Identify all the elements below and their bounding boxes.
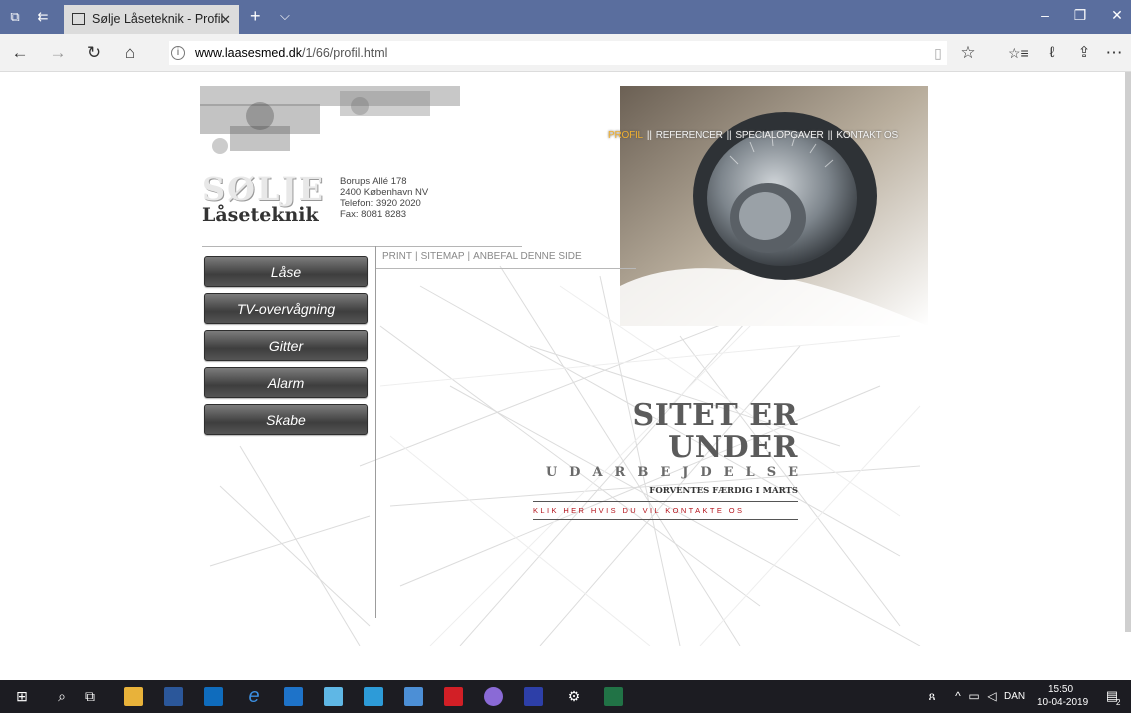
grunge-texture-header: [200, 86, 460, 154]
page-favicon-icon: [72, 13, 85, 25]
nav-link-referencer[interactable]: REFERENCER: [656, 130, 723, 141]
site-info-icon[interactable]: i: [171, 46, 185, 60]
notification-count: 2: [1116, 698, 1121, 707]
tab-list-chevron-icon[interactable]: ⌵: [280, 8, 290, 24]
favorites-hub-icon[interactable]: ☆≡: [1008, 43, 1029, 63]
paint-icon[interactable]: [324, 687, 343, 706]
url-field[interactable]: i www.laasesmed.dk/1/66/profil.html: [168, 40, 948, 66]
site-container: SØLJE Låseteknik Borups Allé 178 2400 Kø…: [200, 86, 928, 646]
restore-icon[interactable]: ❐: [1070, 7, 1090, 24]
browser-tab-bar: ⧉ ⇇ Sølje Låseteknik - Profil ✕ + ⌵ – ❐ …: [0, 0, 1131, 34]
utility-divider: [376, 268, 636, 269]
url-text: www.laasesmed.dk/1/66/profil.html: [195, 46, 388, 60]
web-page: SØLJE Låseteknik Borups Allé 178 2400 Kø…: [0, 72, 1131, 680]
construction-rule-bottom: [533, 519, 798, 520]
forward-icon[interactable]: →: [48, 43, 68, 63]
construction-subtitle: UDARBEJDELSE: [545, 465, 810, 480]
start-windows-icon[interactable]: ⊞: [12, 686, 32, 706]
nav-link-specialopgaver[interactable]: SPECIALOPGAVER: [735, 130, 823, 141]
browser-tab-active[interactable]: Sølje Låseteknik - Profil ✕: [64, 5, 239, 34]
address-street: Borups Allé 178: [340, 176, 407, 187]
menu-item-skabe[interactable]: Skabe: [204, 404, 368, 435]
safe-dial-image: [620, 86, 928, 326]
edge-icon[interactable]: [284, 687, 303, 706]
new-tab-icon[interactable]: +: [250, 6, 261, 27]
logo-brand: Låseteknik: [202, 204, 319, 226]
outlook-icon[interactable]: [204, 687, 223, 706]
set-tabs-aside-icon[interactable]: ⇇: [34, 8, 52, 26]
share-icon[interactable]: ⇪: [1074, 43, 1094, 63]
utility-links: PRINT | SITEMAP | ANBEFAL DENNE SIDE: [382, 251, 582, 262]
minimize-icon[interactable]: –: [1035, 7, 1055, 23]
company-address: Borups Allé 178 2400 København NV Telefo…: [340, 176, 428, 220]
word-icon[interactable]: [164, 687, 183, 706]
clock-date[interactable]: 10-04-2019: [1037, 697, 1088, 708]
sticky-notes-icon[interactable]: [404, 687, 423, 706]
browser-address-bar: ← → ↻ ⌂ i www.laasesmed.dk/1/66/profil.h…: [0, 34, 1131, 72]
acrobat-icon[interactable]: [444, 687, 463, 706]
top-navigation: PROFIL || REFERENCER || SPECIALOPGAVER || KONT…: [608, 130, 898, 141]
more-menu-icon[interactable]: ⋯: [1104, 43, 1124, 63]
address-fax: Fax: 8081 8283: [340, 209, 407, 220]
settings-gear-icon[interactable]: ⚙: [564, 686, 584, 706]
recommend-page-link[interactable]: ANBEFAL DENNE SIDE: [473, 251, 582, 262]
menu-item-tv-overvaagning[interactable]: TV-overvågning: [204, 293, 368, 324]
people-icon[interactable]: ጸ: [922, 686, 942, 706]
notes-pen-icon[interactable]: ℓ: [1042, 43, 1062, 63]
header-divider: [202, 246, 522, 247]
contact-us-link[interactable]: KLIK HER HVIS DU VIL KONTAKTE OS: [533, 506, 798, 515]
close-window-icon[interactable]: ✕: [1107, 7, 1127, 24]
construction-title: SITET ER UNDER: [632, 398, 798, 465]
page-scrollbar[interactable]: [1125, 72, 1131, 632]
sitemap-link[interactable]: SITEMAP: [421, 251, 465, 262]
close-tab-icon[interactable]: ✕: [220, 5, 231, 34]
reading-view-icon[interactable]: ▯: [928, 43, 948, 63]
file-explorer-icon[interactable]: [124, 687, 143, 706]
excel-icon[interactable]: [604, 687, 623, 706]
clock-time[interactable]: 15:50: [1048, 684, 1073, 695]
volume-icon[interactable]: ◁: [982, 686, 1002, 706]
language-indicator[interactable]: DAN: [1004, 691, 1025, 702]
content-divider: [375, 246, 376, 618]
menu-item-laase[interactable]: Låse: [204, 256, 368, 287]
task-view-icon[interactable]: ⧉: [80, 686, 100, 706]
ess-app-icon[interactable]: [484, 687, 503, 706]
construction-date-note: FORVENTES FÆRDIG I MARTS: [649, 486, 798, 496]
refresh-icon[interactable]: ↻: [84, 43, 104, 63]
home-icon[interactable]: ⌂: [120, 43, 140, 63]
back-icon[interactable]: ←: [10, 43, 30, 63]
address-city: 2400 København NV: [340, 187, 429, 198]
photos-icon[interactable]: [364, 687, 383, 706]
internet-explorer-icon[interactable]: e: [244, 686, 264, 706]
nav-link-profil[interactable]: PROFIL: [608, 130, 643, 141]
menu-item-gitter[interactable]: Gitter: [204, 330, 368, 361]
under-construction-notice: SITET ER UNDER UDARBEJDELSE FORVENTES FÆ…: [533, 400, 798, 520]
logo-name: SØLJE: [202, 170, 326, 208]
nav-link-kontakt-os[interactable]: KONTAKT OS: [836, 130, 898, 141]
menu-item-alarm[interactable]: Alarm: [204, 367, 368, 398]
windows-taskbar: ⊞ ⌕ ⧉ e ⚙ ጸ ^ ▭ ◁ DAN 15:50 10-04-2019 ▤…: [0, 680, 1131, 713]
network-icon[interactable]: ▭: [964, 686, 984, 706]
favorite-star-icon[interactable]: ☆: [958, 43, 978, 63]
print-link[interactable]: PRINT: [382, 251, 412, 262]
side-menu: Låse TV-overvågning Gitter Alarm Skabe: [204, 256, 368, 441]
app-window-icon[interactable]: [524, 687, 543, 706]
search-icon[interactable]: ⌕: [52, 686, 72, 706]
address-phone: Telefon: 3920 2020: [340, 198, 421, 209]
tab-preview-icon[interactable]: ⧉: [6, 8, 24, 26]
tab-title: Sølje Låseteknik - Profil: [92, 12, 224, 26]
construction-rule: [533, 501, 798, 502]
